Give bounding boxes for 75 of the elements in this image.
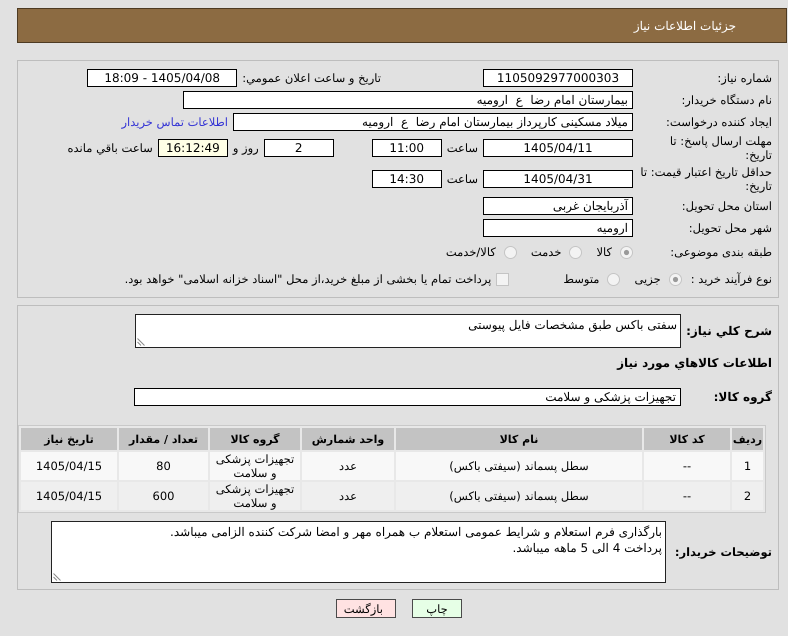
notes-line: پرداخت 4 الی 5 ماهه میباشد. bbox=[511, 540, 662, 556]
checkbox-label: پرداخت تمام یا بخشی از مبلغ خرید،از محل "اسناد خزانه اسلامی" خواهد بود. bbox=[124, 272, 492, 286]
buyer-contact-link[interactable]: اطلاعات تماس خریدار bbox=[121, 114, 228, 128]
remaining-label: ساعت باقي مانده bbox=[68, 141, 153, 155]
city-field[interactable]: ارومیه bbox=[483, 218, 633, 236]
radio-button[interactable] bbox=[569, 246, 582, 258]
radio-button[interactable] bbox=[504, 246, 517, 258]
response-date-field[interactable]: 1405/04/11 bbox=[483, 139, 633, 157]
field-label: شهر محل تحویل: bbox=[688, 220, 772, 234]
remaining-time-field[interactable]: 16:12:49 bbox=[158, 139, 228, 157]
radio-button[interactable] bbox=[620, 246, 633, 258]
validity-date-field[interactable]: 1405/04/31 bbox=[483, 170, 633, 188]
table-cell: 80 bbox=[119, 452, 208, 480]
radio-label: کالا/خدمت bbox=[446, 245, 496, 259]
column-header: تاریخ نیاز bbox=[21, 428, 117, 450]
table-cell: تجهیزات پزشکی و سلامت bbox=[210, 482, 300, 510]
column-header: گروه کالا bbox=[210, 428, 300, 450]
table-cell: 1 bbox=[732, 452, 763, 480]
notes-line: بارگذاری فرم استعلام و شرایط عمومی استعلام ب همراه مهر و امضا شرکت کننده الزامی میباشد. bbox=[169, 524, 662, 540]
province-field[interactable]: آذربایجان غربی bbox=[483, 196, 633, 214]
buyer-org-field[interactable]: بیمارستان امام رضا ع ارومیه bbox=[183, 90, 633, 108]
page-title: جزئیات اطلاعات نیاز bbox=[634, 18, 736, 32]
table-cell: عدد bbox=[302, 452, 394, 480]
radio-label: خدمت bbox=[530, 245, 562, 259]
goods-group-field[interactable]: تجهیزات پزشکی و سلامت bbox=[134, 388, 681, 406]
column-header: نام کالا bbox=[396, 428, 642, 450]
time-label: ساعت bbox=[446, 141, 478, 155]
time-label: ساعت bbox=[446, 172, 478, 186]
table-cell: 600 bbox=[119, 482, 208, 510]
radio-button[interactable] bbox=[668, 272, 682, 286]
remaining-days-field[interactable]: 2 bbox=[264, 139, 334, 157]
description-text: سفتی باکس طبق مشخصات فایل پیوستی bbox=[467, 317, 677, 333]
print-button[interactable]: چاپ bbox=[412, 599, 462, 618]
validity-time-field[interactable]: 14:30 bbox=[372, 170, 442, 188]
announce-date-field[interactable]: 1405/04/08 - 18:09 bbox=[87, 68, 238, 86]
radio-button[interactable] bbox=[607, 272, 620, 286]
table-cell: -- bbox=[644, 452, 730, 480]
field-label: نوع فرآیند خرید : bbox=[690, 272, 772, 286]
table-cell: تجهیزات پزشکی و سلامت bbox=[210, 452, 300, 480]
resize-grip-icon[interactable] bbox=[137, 338, 145, 346]
table-cell: سطل پسماند (سیفتی باکس) bbox=[396, 482, 642, 510]
table-cell: 1405/04/15 bbox=[21, 452, 117, 480]
back-button[interactable]: بازگشت bbox=[336, 599, 396, 618]
table-cell: 2 bbox=[732, 482, 763, 510]
field-label: شرح كلي نياز: bbox=[686, 324, 772, 338]
field-label: ایجاد کننده درخواست: bbox=[665, 114, 772, 128]
table-cell: سطل پسماند (سیفتی باکس) bbox=[396, 452, 642, 480]
checkbox[interactable] bbox=[496, 272, 510, 286]
field-label: مهلت ارسال پاسخ: تا تاریخ: bbox=[668, 134, 772, 162]
field-label: نام دستگاه خریدار: bbox=[680, 92, 772, 106]
requester-field[interactable]: میلاد مسکینی کارپرداز بیمارستان امام رضا ع ارومیه bbox=[233, 112, 633, 130]
column-header: تعداد / مقدار bbox=[119, 428, 208, 450]
response-time-field[interactable]: 11:00 bbox=[372, 139, 442, 157]
table-cell: 1405/04/15 bbox=[21, 482, 117, 510]
field-label: استان محل تحویل: bbox=[680, 198, 772, 212]
field-label: حداقل تاریخ اعتبار قیمت: تا تاریخ: bbox=[640, 165, 772, 193]
description-field[interactable]: سفتی باکس طبق مشخصات فایل پیوستی bbox=[135, 314, 681, 348]
column-header: کد کالا bbox=[644, 428, 730, 450]
radio-label: متوسط bbox=[563, 272, 600, 286]
field-label: شماره نیاز: bbox=[716, 70, 772, 84]
field-label: طبقه بندی موضوعی: bbox=[669, 245, 772, 259]
need-number-field[interactable]: 1105092977000303 bbox=[483, 68, 633, 86]
column-header: ردیف bbox=[732, 428, 763, 450]
column-header: واحد شمارش bbox=[302, 428, 394, 450]
table-cell: عدد bbox=[302, 482, 394, 510]
radio-label: جزیی bbox=[634, 272, 661, 286]
field-label: توضیحات خریدار: bbox=[674, 545, 772, 559]
days-label: روز و bbox=[232, 141, 259, 155]
field-label: تاریخ و ساعت اعلان عمومي: bbox=[242, 70, 381, 84]
buyer-notes-field[interactable]: بارگذاری فرم استعلام و شرایط عمومی استعلام ب همراه مهر و امضا شرکت کننده الزامی میباشد. پرداخت 4 الی 5 ماهه میباشد. bbox=[51, 521, 666, 583]
table-cell: -- bbox=[644, 482, 730, 510]
field-label: گروه کالا: bbox=[712, 390, 772, 404]
radio-label: کالا bbox=[596, 245, 612, 259]
resize-grip-icon[interactable] bbox=[53, 573, 61, 581]
section-heading: اطلاعات کالاهاي مورد نياز bbox=[617, 356, 772, 370]
